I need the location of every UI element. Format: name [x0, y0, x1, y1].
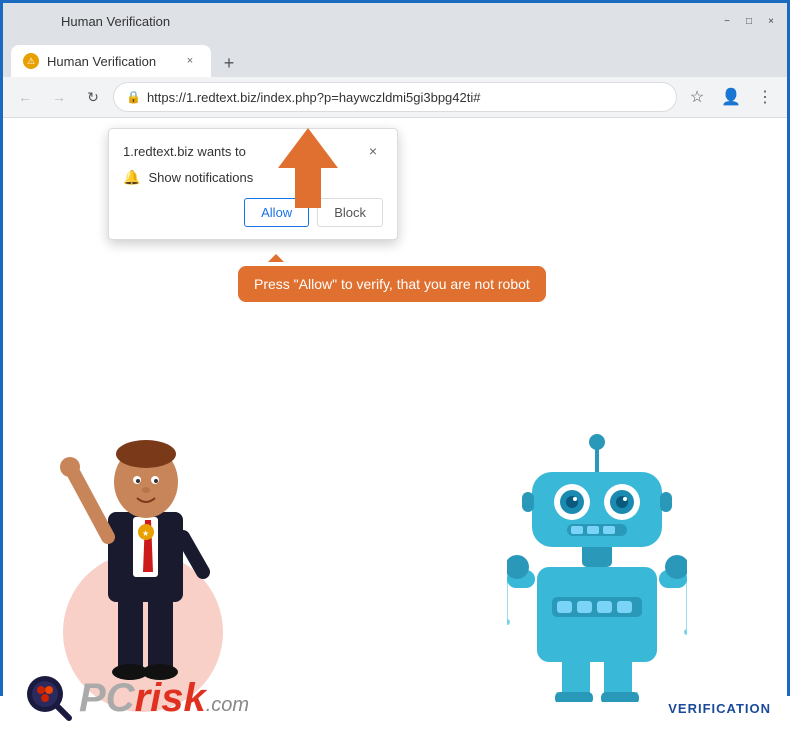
- popup-title: 1.redtext.biz wants to: [123, 144, 246, 159]
- new-tab-button[interactable]: +: [215, 49, 243, 77]
- window-controls: − □ ×: [719, 13, 779, 29]
- browser-chrome: Human Verification − □ × ⚠ Human Verific…: [3, 3, 787, 118]
- minimize-button[interactable]: −: [719, 13, 735, 29]
- tab-bar: ⚠ Human Verification × +: [3, 39, 787, 77]
- tab-favicon: ⚠: [23, 53, 39, 69]
- lock-icon: 🔒: [126, 90, 141, 104]
- tab-close-button[interactable]: ×: [181, 52, 199, 70]
- menu-button[interactable]: ⋮: [751, 83, 779, 111]
- popup-notification-label: Show notifications: [148, 170, 253, 185]
- robot-illustration: [507, 422, 687, 702]
- tab-title: Human Verification: [47, 54, 156, 69]
- active-tab[interactable]: ⚠ Human Verification ×: [11, 45, 211, 77]
- back-button[interactable]: ←: [11, 83, 39, 111]
- account-button[interactable]: 👤: [717, 83, 745, 111]
- page-content: 1.redtext.biz wants to × 🔔 Show notifica…: [3, 118, 787, 732]
- pcrisk-icon: [23, 672, 75, 724]
- speech-bubble: Press "Allow" to verify, that you are no…: [238, 266, 546, 302]
- bookmark-button[interactable]: ☆: [683, 83, 711, 111]
- forward-button[interactable]: →: [45, 83, 73, 111]
- notification-popup: 1.redtext.biz wants to × 🔔 Show notifica…: [108, 128, 398, 240]
- address-bar: ← → ↻ 🔒 https://1.redtext.biz/index.php?…: [3, 77, 787, 117]
- title-bar: Human Verification − □ ×: [3, 3, 787, 39]
- close-button[interactable]: ×: [763, 13, 779, 29]
- pcrisk-text: PC risk .com: [79, 676, 249, 721]
- popup-close-button[interactable]: ×: [363, 141, 383, 161]
- url-bar[interactable]: 🔒 https://1.redtext.biz/index.php?p=hayw…: [113, 82, 677, 112]
- speech-bubble-text: Press "Allow" to verify, that you are no…: [254, 276, 530, 292]
- bell-icon: 🔔: [123, 169, 140, 186]
- orange-arrow: [263, 123, 353, 218]
- svg-text:★: ★: [142, 529, 149, 538]
- person-illustration: ★: [43, 392, 243, 712]
- page-title: Human Verification: [61, 14, 170, 29]
- url-text: https://1.redtext.biz/index.php?p=haywcz…: [147, 90, 664, 105]
- refresh-button[interactable]: ↻: [79, 83, 107, 111]
- verification-badge: VERIFICATION: [668, 701, 771, 716]
- pcrisk-logo: PC risk .com: [23, 672, 249, 724]
- maximize-button[interactable]: □: [741, 13, 757, 29]
